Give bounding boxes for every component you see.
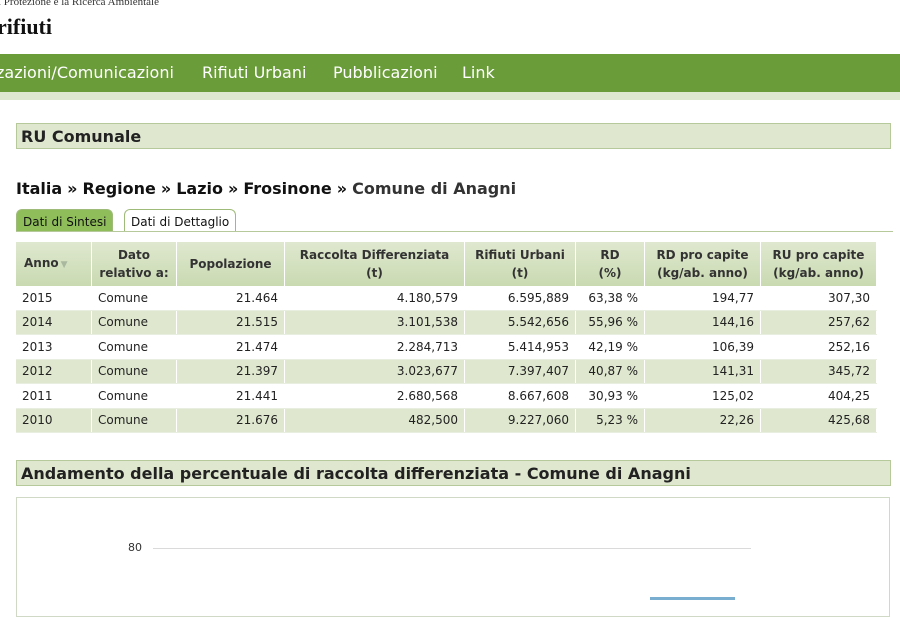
cell-anno: 2014: [16, 310, 92, 335]
cell-anno: 2011: [16, 383, 92, 409]
breadcrumb-comune: Comune di Anagni: [352, 179, 517, 198]
main-navbar: zazioni/Comunicazioni Rifiuti Urbani Pub…: [0, 54, 900, 92]
cell-popolazione: 21.464: [176, 286, 285, 311]
cell-raccolta-differenziata: 3.023,677: [284, 359, 465, 384]
cell-dato: Comune: [91, 383, 177, 409]
breadcrumb: Italia» Regione» Lazio» Frosinone» Comune di…: [16, 179, 516, 198]
cell-ru-pro-capite: 345,72: [760, 359, 877, 384]
breadcrumb-separator: »: [67, 179, 78, 198]
cell-dato: Comune: [91, 408, 177, 433]
cell-ru-pro-capite: 252,16: [760, 334, 877, 360]
org-name: i Protezione e la Ricerca Ambientale: [0, 0, 159, 8]
cell-popolazione: 21.676: [176, 408, 285, 433]
cell-rd-pro-capite: 141,31: [644, 359, 761, 384]
cell-rd-percent: 63,38 %: [575, 286, 645, 311]
sort-down-icon[interactable]: ▼: [61, 260, 68, 270]
chart-section-title: Andamento della percentuale di raccolta …: [21, 464, 691, 483]
cell-rifiuti-urbani: 6.595,889: [464, 286, 576, 311]
nav-item-pubblicazioni[interactable]: Pubblicazioni: [333, 63, 438, 82]
cell-dato: Comune: [91, 286, 177, 311]
cell-popolazione: 21.474: [176, 334, 285, 360]
breadcrumb-italia[interactable]: Italia: [16, 179, 62, 198]
cell-ru-pro-capite: 257,62: [760, 310, 877, 335]
cell-popolazione: 21.441: [176, 383, 285, 409]
cell-rifiuti-urbani: 7.397,407: [464, 359, 576, 384]
cell-anno: 2010: [16, 408, 92, 433]
cell-rd-percent: 30,93 %: [575, 383, 645, 409]
cell-rifiuti-urbani: 9.227,060: [464, 408, 576, 433]
column-header-ru-pro-capite[interactable]: RU pro capite (kg/ab. anno): [760, 242, 877, 286]
cell-rd-pro-capite: 22,26: [644, 408, 761, 433]
data-table: Anno ▼ Dato relativo a: Popolazione Raccol…: [16, 242, 877, 433]
cell-anno: 2013: [16, 334, 92, 360]
cell-ru-pro-capite: 425,68: [760, 408, 877, 433]
cell-dato: Comune: [91, 310, 177, 335]
tab-dati-di-sintesi[interactable]: Dati di Sintesi: [16, 209, 114, 232]
cell-rd-pro-capite: 106,39: [644, 334, 761, 360]
section-header: RU Comunale: [16, 123, 891, 149]
column-header-popolazione[interactable]: Popolazione: [176, 242, 285, 286]
cell-rifiuti-urbani: 5.542,656: [464, 310, 576, 335]
chart-container: [16, 497, 890, 617]
cell-raccolta-differenziata: 4.180,579: [284, 286, 465, 311]
column-header-rifiuti-urbani[interactable]: Rifiuti Urbani (t): [464, 242, 576, 286]
nav-item-comunicazioni[interactable]: zazioni/Comunicazioni: [0, 63, 174, 82]
tab-dati-di-dettaglio[interactable]: Dati di Dettaglio: [124, 209, 237, 232]
cell-raccolta-differenziata: 482,500: [284, 408, 465, 433]
cell-anno: 2015: [16, 286, 92, 311]
cell-popolazione: 21.397: [176, 359, 285, 384]
table-row: 2015 Comune 21.464 4.180,579 6.595,889 6…: [16, 286, 877, 311]
nav-item-rifiuti-urbani[interactable]: Rifiuti Urbani: [202, 63, 306, 82]
cell-rd-percent: 40,87 %: [575, 359, 645, 384]
column-header-rd-pro-capite[interactable]: RD pro capite (kg/ab. anno): [644, 242, 761, 286]
breadcrumb-separator: »: [336, 179, 348, 198]
column-header-raccolta-differenziata[interactable]: Raccolta Differenziata (t): [284, 242, 465, 286]
column-header-rd[interactable]: RD (%): [575, 242, 645, 286]
cell-dato: Comune: [91, 334, 177, 360]
cell-rd-percent: 55,96 %: [575, 310, 645, 335]
table-row: 2013 Comune 21.474 2.284,713 5.414,953 4…: [16, 334, 877, 360]
nav-item-link[interactable]: Link: [462, 63, 495, 82]
table-row: 2014 Comune 21.515 3.101,538 5.542,656 5…: [16, 310, 877, 335]
table-row: 2012 Comune 21.397 3.023,677 7.397,407 4…: [16, 359, 877, 384]
breadcrumb-regione[interactable]: Regione: [83, 179, 156, 198]
cell-rd-pro-capite: 144,16: [644, 310, 761, 335]
table-row: 2010 Comune 21.676 482,500 9.227,060 5,2…: [16, 408, 877, 433]
cell-raccolta-differenziata: 2.680,568: [284, 383, 465, 409]
cell-rd-percent: 5,23 %: [575, 408, 645, 433]
tabs-divider: [16, 231, 893, 232]
section-title: RU Comunale: [21, 127, 142, 146]
cell-anno: 2012: [16, 359, 92, 384]
nav-subbar: [0, 92, 900, 100]
cell-popolazione: 21.515: [176, 310, 285, 335]
chart-section-header: Andamento della percentuale di raccolta …: [16, 460, 891, 486]
cell-raccolta-differenziata: 3.101,538: [284, 310, 465, 335]
table-row: 2011 Comune 21.441 2.680,568 8.667,608 3…: [16, 383, 877, 409]
breadcrumb-separator: »: [160, 179, 172, 198]
cell-rd-percent: 42,19 %: [575, 334, 645, 360]
cell-raccolta-differenziata: 2.284,713: [284, 334, 465, 360]
breadcrumb-separator: »: [227, 179, 239, 198]
site-title[interactable]: rifiuti: [0, 14, 52, 40]
chart-y-tick-label: 80: [128, 541, 142, 554]
breadcrumb-frosinone[interactable]: Frosinone: [243, 179, 331, 198]
breadcrumb-lazio[interactable]: Lazio: [176, 179, 223, 198]
cell-ru-pro-capite: 307,30: [760, 286, 877, 311]
cell-rifiuti-urbani: 5.414,953: [464, 334, 576, 360]
column-header-dato[interactable]: Dato relativo a:: [91, 242, 177, 286]
cell-rd-pro-capite: 194,77: [644, 286, 761, 311]
column-header-anno[interactable]: Anno ▼: [16, 242, 92, 286]
cell-rifiuti-urbani: 8.667,608: [464, 383, 576, 409]
cell-ru-pro-capite: 404,25: [760, 383, 877, 409]
cell-dato: Comune: [91, 359, 177, 384]
cell-rd-pro-capite: 125,02: [644, 383, 761, 409]
chart-gridline: [153, 548, 751, 549]
table-header-row: Anno ▼ Dato relativo a: Popolazione Raccol…: [16, 242, 877, 286]
